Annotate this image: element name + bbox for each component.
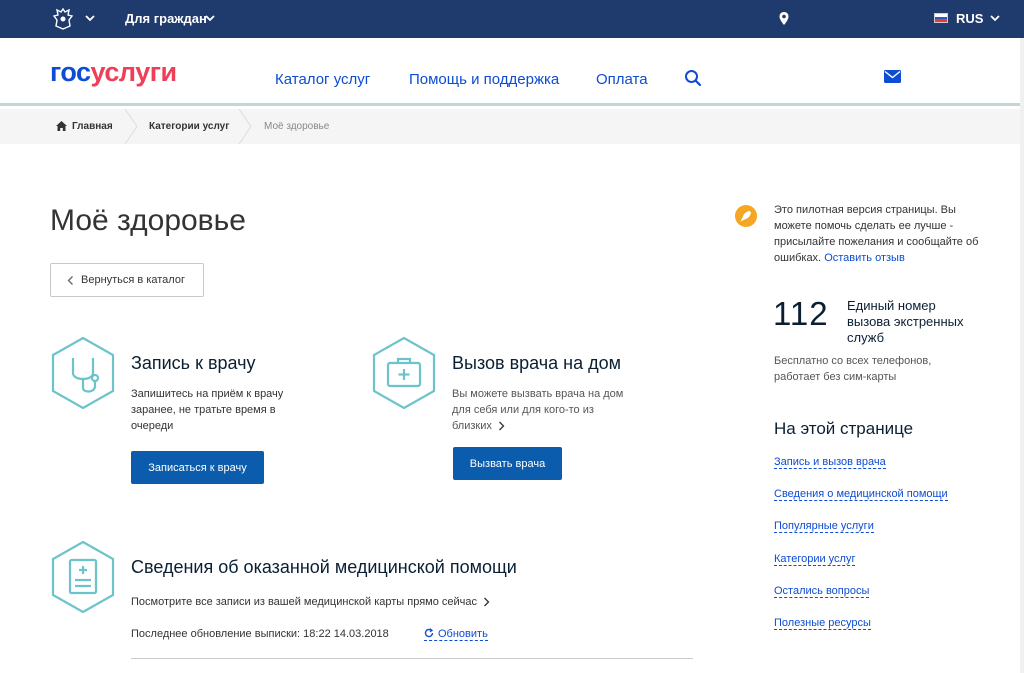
onpage-link-categories[interactable]: Категории услуг <box>774 553 856 566</box>
pilot-notice: Это пилотная версия страницы. Вы можете … <box>774 202 1006 266</box>
doctor-appointment-desc: Запишитесь на приём к врачу заранее, не … <box>131 386 283 434</box>
doctor-appointment-title[interactable]: Запись к врачу <box>131 353 256 374</box>
stethoscope-icon <box>51 336 115 410</box>
emergency-label-line: служб <box>847 330 885 345</box>
desc-line[interactable]: близких <box>452 418 623 434</box>
mail-icon[interactable] <box>884 70 901 83</box>
home-icon <box>56 121 67 131</box>
chevron-down-icon[interactable] <box>84 12 96 24</box>
emergency-number: 112 <box>773 295 829 332</box>
desc-line-text: близких <box>452 420 492 432</box>
breadcrumb-separator <box>238 109 252 144</box>
refresh-label: Обновить <box>438 628 488 640</box>
breadcrumb-categories[interactable]: Категории услуг <box>149 121 229 132</box>
medical-records-desc-text: Посмотрите все записи из вашей медицинск… <box>131 596 478 608</box>
emergency-note: Бесплатно со всех телефонов, работает бе… <box>774 353 974 385</box>
top-bar: Для граждан RUS <box>0 0 1024 38</box>
home-visit-title[interactable]: Вызов врача на дом <box>452 353 621 374</box>
refresh-icon <box>424 628 434 638</box>
medical-kit-icon <box>372 336 436 410</box>
scrollbar[interactable] <box>1020 38 1024 673</box>
breadcrumb-separator <box>124 109 138 144</box>
pilot-line-text: ошибках. <box>774 252 822 264</box>
back-button-label: Вернуться в каталог <box>81 274 185 286</box>
on-this-page-title: На этой странице <box>774 419 914 438</box>
emergency-note-line: Бесплатно со всех телефонов, <box>774 355 932 367</box>
logo-part-uslugi: услуги <box>90 57 178 87</box>
location-pin-icon[interactable] <box>778 11 790 27</box>
desc-line: Запишитесь на приём к врачу <box>131 388 284 400</box>
last-update-label: Последнее обновление выписки: 18:22 14.0… <box>131 628 389 640</box>
pilot-line: Это пилотная версия страницы. Вы <box>774 204 956 216</box>
medical-records-desc[interactable]: Посмотрите все записи из вашей медицинск… <box>131 594 490 610</box>
logo-part-gos: гос <box>50 57 91 87</box>
desc-line: для себя или для кого-то из <box>452 404 594 416</box>
onpage-link-questions[interactable]: Остались вопросы <box>774 585 870 598</box>
onpage-link-popular[interactable]: Популярные услуги <box>774 520 874 533</box>
search-icon[interactable] <box>684 69 702 87</box>
emergency-note-line: работает без сим-карты <box>774 371 897 383</box>
back-to-catalog-button[interactable]: Вернуться в каталог <box>50 263 204 297</box>
desc-line: очереди <box>131 420 174 432</box>
rocket-icon <box>735 205 757 227</box>
chevron-left-icon <box>67 276 73 285</box>
emergency-label-line: вызова экстренных <box>847 314 964 329</box>
chevron-right-icon <box>498 421 505 431</box>
onpage-link-appointment[interactable]: Запись и вызов врача <box>774 456 886 469</box>
home-visit-desc: Вы можете вызвать врача на дом для себя … <box>452 386 623 434</box>
medical-record-icon <box>51 540 115 614</box>
breadcrumb-home[interactable]: Главная <box>72 121 113 132</box>
refresh-link[interactable]: Обновить <box>424 628 488 641</box>
nav-help[interactable]: Помощь и поддержка <box>409 71 559 88</box>
pilot-line: ошибках. Оставить отзыв <box>774 250 1006 266</box>
chevron-right-icon <box>484 597 490 607</box>
emergency-label: Единый номер вызова экстренных служб <box>847 298 997 346</box>
page-title: Моё здоровье <box>50 204 246 237</box>
russian-flag-icon[interactable] <box>934 13 948 23</box>
desc-line: Вы можете вызвать врача на дом <box>452 388 624 400</box>
main-header: госуслуги Каталог услуг Помощь и поддерж… <box>0 38 1024 106</box>
chevron-down-icon[interactable] <box>989 12 1001 24</box>
breadcrumb: Главная Категории услуг Моё здоровье <box>0 109 1024 144</box>
gosuslugi-logo[interactable]: госуслуги <box>50 57 177 88</box>
pilot-line: можете помочь сделать ее лучше - <box>774 220 954 232</box>
breadcrumb-current: Моё здоровье <box>264 121 330 132</box>
book-doctor-button[interactable]: Записаться к врачу <box>131 451 264 484</box>
language-selector[interactable]: RUS <box>956 11 983 26</box>
medical-records-title[interactable]: Сведения об оказанной медицинской помощи <box>131 557 517 578</box>
pilot-line: присылайте пожелания и сообщайте об <box>774 236 979 248</box>
emergency-label-line: Единый номер <box>847 298 936 313</box>
call-doctor-button[interactable]: Вызвать врача <box>453 447 562 480</box>
coat-of-arms-icon[interactable] <box>52 7 74 31</box>
chevron-down-icon[interactable] <box>204 12 216 24</box>
leave-feedback-link[interactable]: Оставить отзыв <box>824 252 905 264</box>
onpage-link-medical-info[interactable]: Сведения о медицинской помощи <box>774 488 948 501</box>
onpage-link-resources[interactable]: Полезные ресурсы <box>774 617 871 630</box>
desc-line: заранее, не тратьте время в <box>131 404 276 416</box>
nav-payment[interactable]: Оплата <box>596 71 648 88</box>
audience-selector[interactable]: Для граждан <box>125 11 207 26</box>
divider <box>131 658 693 659</box>
nav-catalog[interactable]: Каталог услуг <box>275 71 370 88</box>
